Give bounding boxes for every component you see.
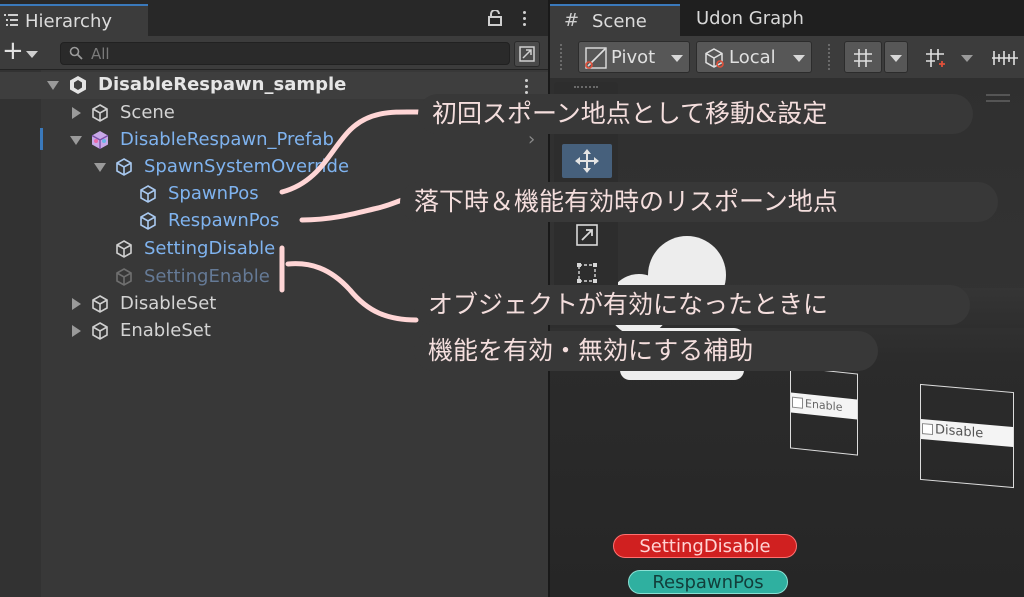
annotation-spawn: 初回スポーン地点として移動&設定 — [418, 94, 973, 134]
hierarchy-row-settingdisable[interactable]: SettingDisable — [0, 236, 548, 263]
hierarchy-row-label: SettingEnable — [144, 266, 270, 287]
move-icon — [575, 149, 599, 173]
toolbar-grip — [560, 44, 562, 70]
scale-icon — [576, 224, 598, 246]
rect-icon — [577, 263, 597, 283]
expand-icon — [519, 46, 535, 62]
tab-hierarchy-label: Hierarchy — [25, 11, 113, 32]
scene-grid-icon: # — [564, 10, 580, 31]
annotation-respawn: 落下時＆機能有効時のリスポーン地点 — [400, 182, 998, 222]
disable-panel-object[interactable]: Disable — [920, 383, 1014, 489]
gameobject-icon — [116, 268, 132, 286]
tab-scene[interactable]: # Scene — [550, 4, 680, 36]
viewport-handle[interactable] — [986, 94, 1010, 102]
hierarchy-row-label: SettingDisable — [144, 238, 276, 259]
grid-snap-button[interactable] — [844, 41, 882, 73]
chevron-down-icon — [26, 51, 38, 58]
expand-arrow-icon[interactable] — [72, 325, 81, 337]
hierarchy-row-label: SpawnSystemOverride — [144, 156, 350, 177]
expand-arrow-icon[interactable] — [72, 107, 81, 119]
grid-snap-icon — [854, 49, 872, 67]
ruler-icon — [992, 51, 1018, 65]
increment-snap-dropdown[interactable] — [956, 41, 978, 73]
expand-arrow-icon[interactable] — [94, 163, 106, 172]
hierarchy-row-label: Scene — [120, 102, 175, 123]
pivot-icon — [585, 47, 607, 69]
search-icon — [69, 46, 83, 60]
tab-hierarchy[interactable]: Hierarchy — [0, 4, 148, 36]
annotation-setting-line1: オブジェクトが有効になったときに — [414, 285, 970, 325]
lock-icon[interactable] — [488, 10, 502, 26]
grid-snap-dropdown[interactable] — [884, 41, 908, 73]
tab-scene-label: Scene — [592, 11, 647, 32]
hierarchy-menu-icon[interactable] — [523, 11, 527, 29]
gameobject-icon — [116, 158, 132, 176]
hierarchy-icon — [4, 14, 18, 26]
setting-disable-scene-label: SettingDisable — [613, 534, 797, 558]
chevron-down-icon — [961, 55, 973, 62]
gameobject-icon — [116, 240, 132, 258]
gameobject-icon — [140, 212, 156, 230]
expand-arrow-icon[interactable] — [70, 136, 82, 145]
hierarchy-root-label: DisableRespawn_sample — [98, 74, 347, 95]
increment-snap-icon — [926, 49, 945, 67]
search-input[interactable] — [91, 44, 491, 64]
hierarchy-row-label: DisableSet — [120, 293, 217, 314]
gameobject-icon — [92, 295, 108, 313]
scene-toolbar: Pivot Local — [550, 36, 1024, 78]
disable-panel-label: Disable — [935, 422, 984, 442]
move-tool-button[interactable] — [562, 144, 612, 178]
ruler-button[interactable] — [986, 41, 1024, 73]
disable-panel-strip: Disable — [921, 418, 1013, 448]
search-options-button[interactable] — [514, 41, 540, 67]
enable-panel-strip: Enable — [791, 392, 857, 420]
chevron-down-icon — [890, 55, 902, 62]
create-button[interactable]: + — [0, 36, 44, 66]
chevron-down-icon — [671, 55, 683, 62]
enable-panel-label: Enable — [805, 397, 843, 414]
search-field — [60, 42, 510, 65]
annotation-setting-line2: 機能を有効・無効にする補助 — [414, 331, 878, 371]
palette-grip — [574, 86, 598, 89]
checkbox-icon — [792, 396, 803, 409]
unity-scene-icon — [70, 76, 86, 94]
scale-tool-button[interactable] — [562, 218, 612, 252]
toolbar-grip — [828, 44, 830, 70]
gameobject-icon — [92, 104, 108, 122]
checkbox-icon — [922, 423, 933, 436]
local-cube-icon — [705, 48, 724, 68]
respawn-pos-scene-label: RespawnPos — [628, 570, 788, 594]
scene-tab-bar: # Scene Udon Graph — [550, 0, 1024, 36]
local-dropdown[interactable]: Local — [696, 41, 812, 73]
hierarchy-row-label: SpawnPos — [168, 183, 259, 204]
gameobject-icon — [140, 185, 156, 203]
plus-icon: + — [2, 36, 24, 66]
hierarchy-row-label: DisableRespawn_Prefab — [120, 129, 334, 150]
hierarchy-row-spawnsystem[interactable]: SpawnSystemOverride — [0, 154, 548, 181]
local-label: Local — [729, 47, 776, 68]
increment-snap-button[interactable] — [916, 41, 954, 73]
expand-arrow-icon[interactable] — [47, 81, 59, 90]
hierarchy-tab-bar: Hierarchy — [0, 0, 548, 36]
enable-panel-object[interactable]: Enable — [790, 366, 858, 456]
gameobject-icon — [92, 322, 108, 340]
hierarchy-toolbar: + — [0, 36, 548, 70]
pivot-dropdown[interactable]: Pivot — [578, 41, 690, 73]
prefab-variant-icon — [91, 131, 109, 149]
expand-arrow-icon[interactable] — [72, 298, 81, 310]
chevron-down-icon — [793, 55, 805, 62]
pivot-label: Pivot — [611, 47, 656, 68]
tab-udon-graph[interactable]: Udon Graph — [696, 8, 804, 29]
hierarchy-row-label: EnableSet — [120, 320, 211, 341]
hierarchy-row-label: RespawnPos — [168, 210, 280, 231]
